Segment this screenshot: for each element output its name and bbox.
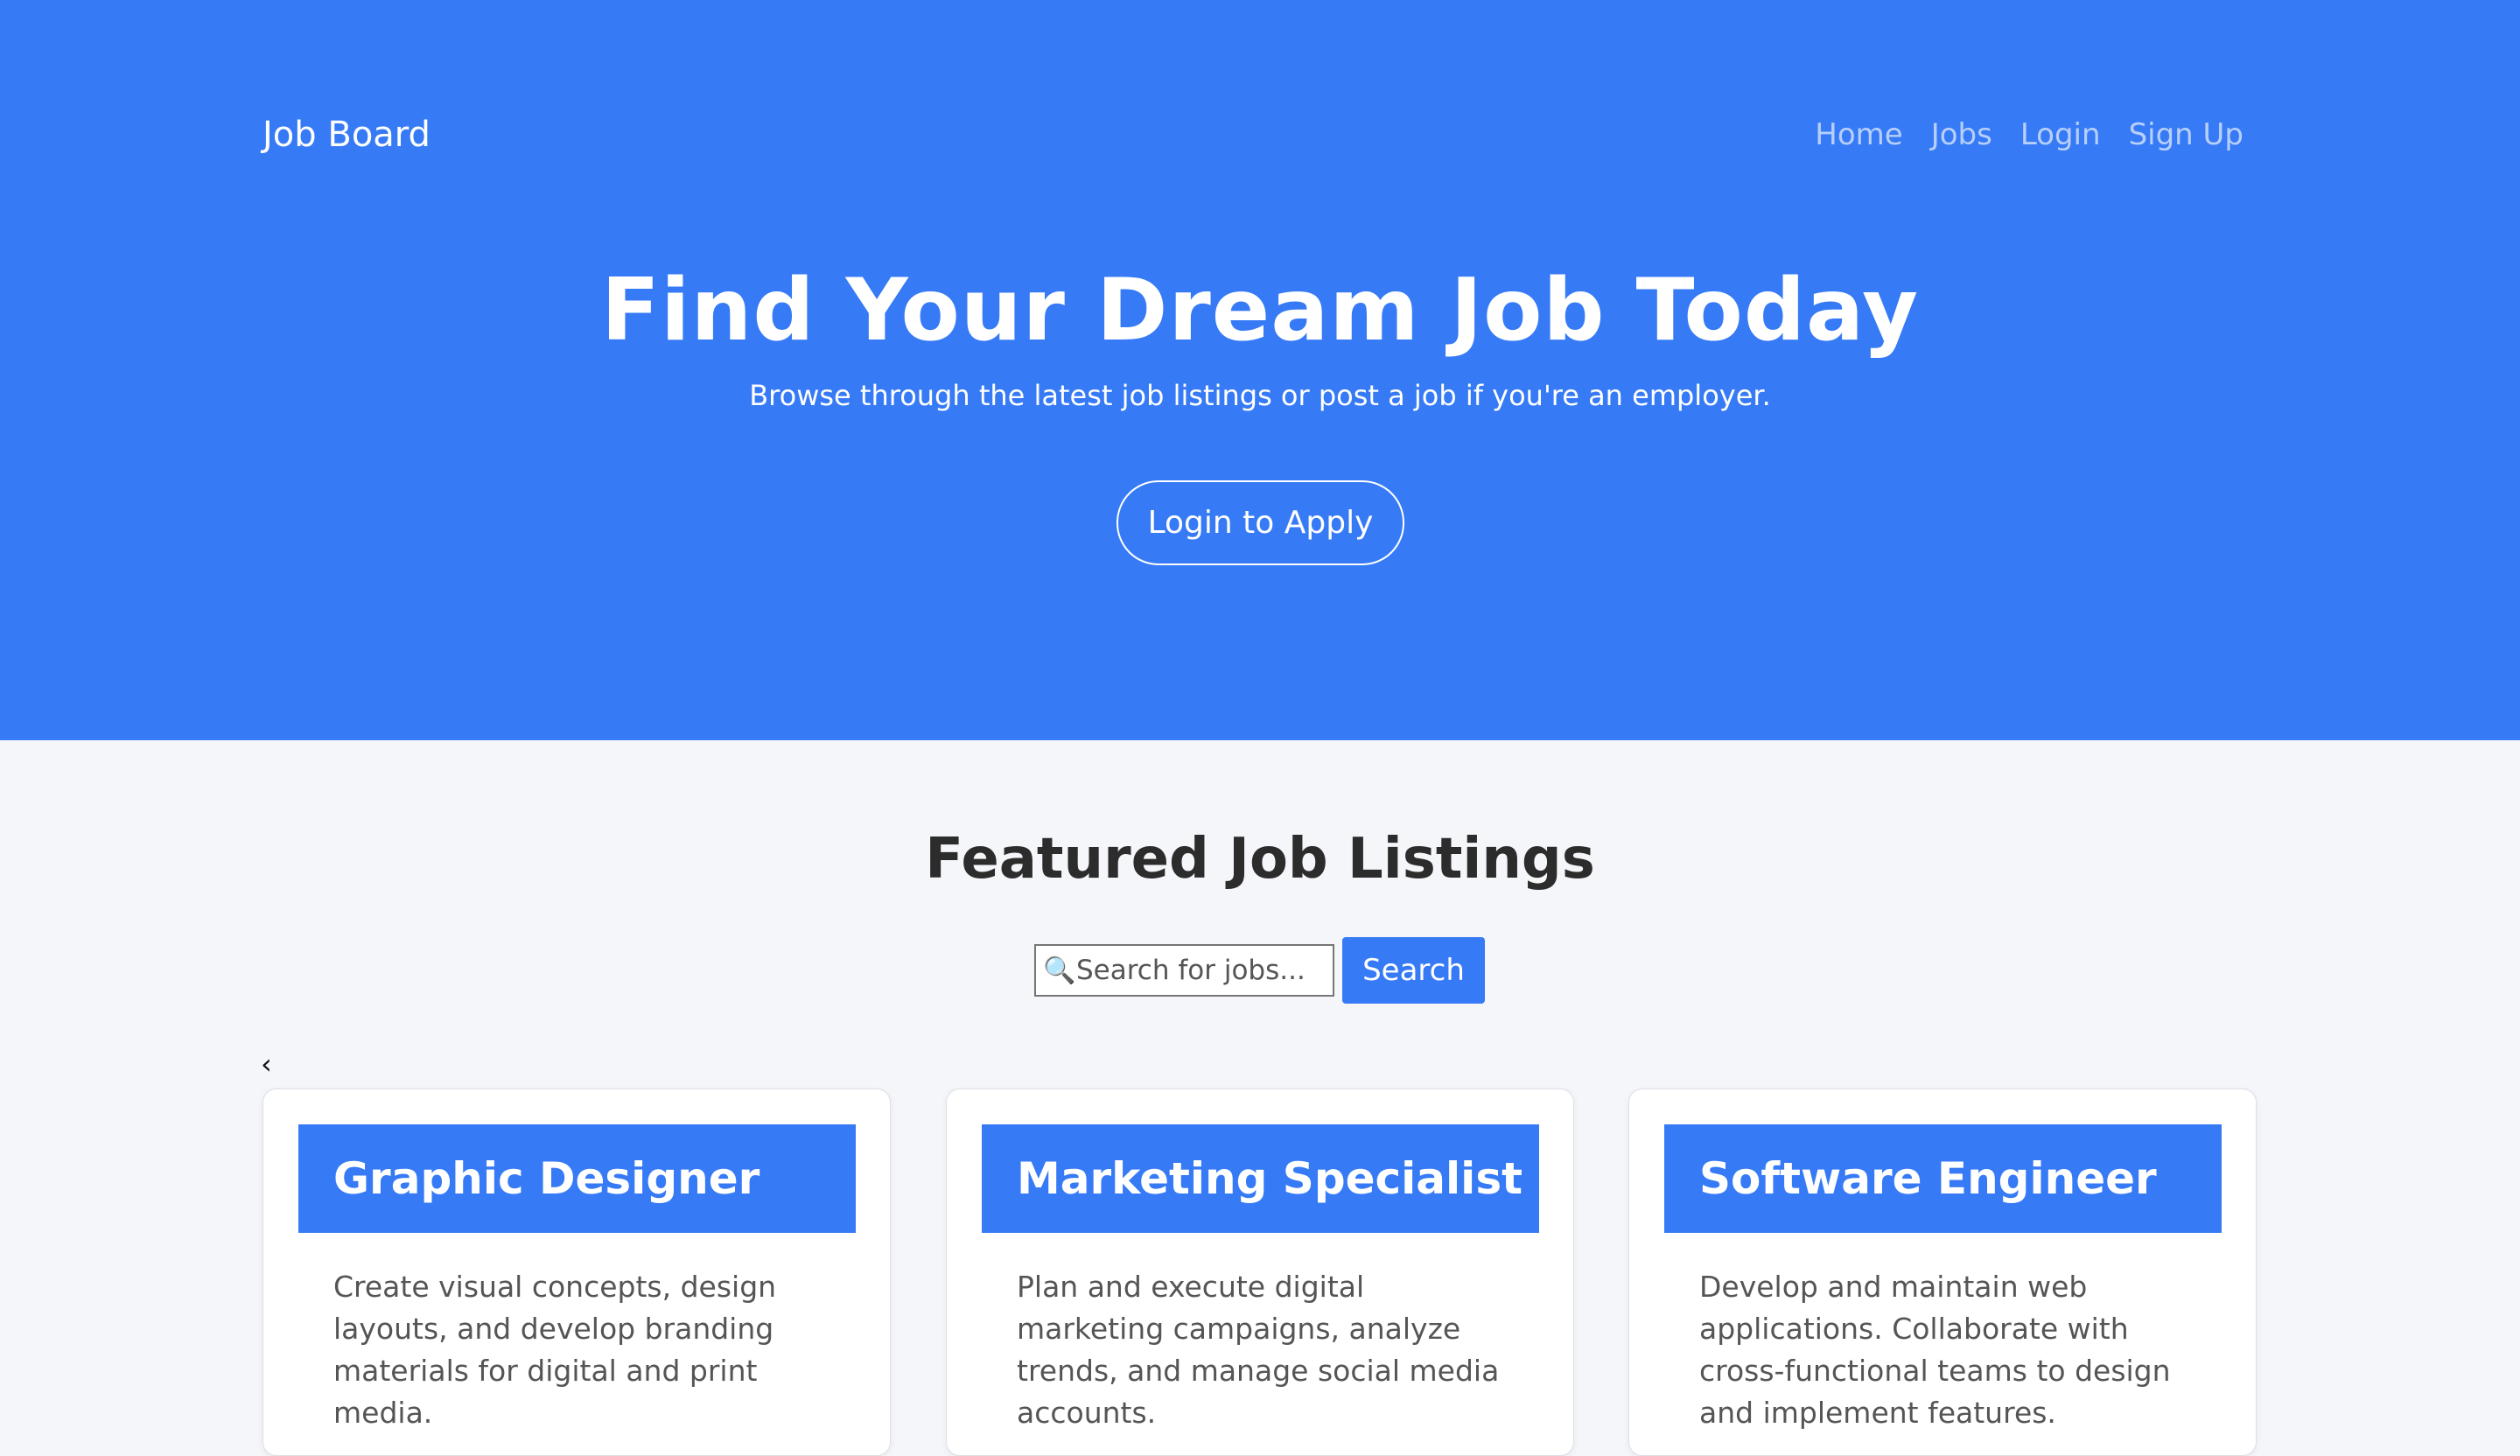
job-card-title: Software Engineer	[1664, 1124, 2222, 1233]
login-to-apply-button[interactable]: Login to Apply	[1116, 480, 1404, 565]
brand-logo[interactable]: Job Board	[262, 108, 430, 161]
job-card-description: Create visual concepts, design layouts, …	[333, 1270, 777, 1430]
nav-jobs-link[interactable]: Jobs	[1931, 108, 1992, 161]
carousel-prev-icon[interactable]: ‹	[261, 1048, 272, 1080]
nav-home-link[interactable]: Home	[1815, 108, 1902, 161]
search-input[interactable]	[1076, 955, 1330, 986]
search-icon: 🔍	[1043, 955, 1076, 986]
job-card-description: Develop and maintain web applications. C…	[1699, 1270, 2171, 1430]
job-card[interactable]: Software Engineer Develop and maintain w…	[1628, 1088, 2257, 1456]
featured-listings-title: Featured Job Listings	[925, 827, 1595, 892]
hero-subtitle: Browse through the latest job listings o…	[749, 379, 1771, 412]
job-search-form: 🔍 Search	[1034, 937, 1485, 1004]
main-nav: Home Jobs Login Sign Up	[1815, 108, 2244, 161]
hero-title: Find Your Dream Job Today	[601, 261, 1919, 360]
job-card[interactable]: Graphic Designer Create visual concepts,…	[262, 1088, 891, 1456]
job-card-title: Graphic Designer	[298, 1124, 856, 1233]
hero-section: Job Board Home Jobs Login Sign Up Find Y…	[0, 0, 2520, 740]
search-field: 🔍	[1034, 944, 1334, 997]
nav-login-link[interactable]: Login	[2020, 108, 2101, 161]
nav-signup-link[interactable]: Sign Up	[2129, 108, 2244, 161]
search-button[interactable]: Search	[1342, 937, 1485, 1004]
job-card-title: Marketing Specialist	[982, 1124, 1539, 1233]
job-card-description: Plan and execute digital marketing campa…	[1017, 1270, 1500, 1430]
job-card[interactable]: Marketing Specialist Plan and execute di…	[946, 1088, 1574, 1456]
